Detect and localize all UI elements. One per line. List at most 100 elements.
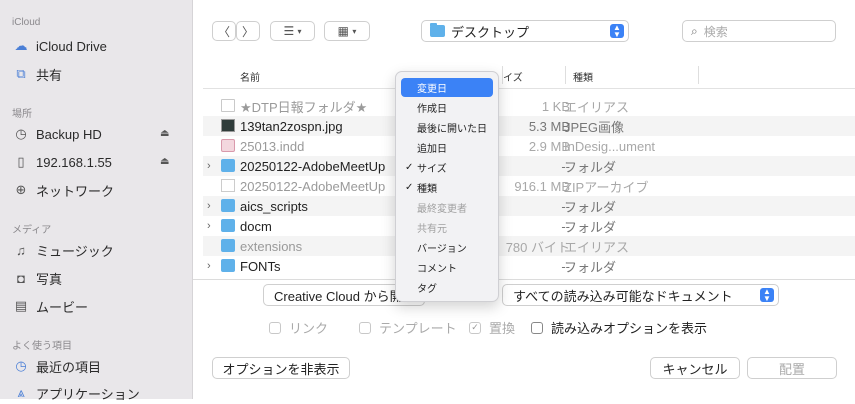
- image-icon: [221, 119, 235, 132]
- disclosure-chevron-icon[interactable]: ›: [207, 260, 211, 272]
- clock-icon: ◷: [15, 358, 27, 373]
- file-kind: ZIPアーカイブ: [564, 179, 649, 195]
- disclosure-chevron-icon[interactable]: ›: [207, 200, 211, 212]
- menu-item[interactable]: 最後に開いた日: [401, 118, 493, 137]
- up-down-arrows-icon: ▲ ▼: [760, 288, 774, 303]
- template-checkbox[interactable]: テンプレート: [359, 318, 457, 337]
- hide-options-button[interactable]: オプションを非表示: [212, 357, 350, 379]
- checkbox-box: [269, 321, 281, 334]
- chevron-down-icon: ▾: [352, 26, 357, 36]
- sidebar-item-applications[interactable]: ⩓ アプリケーション: [12, 382, 140, 404]
- music-note-icon: ♫: [16, 242, 26, 258]
- disclosure-chevron-icon[interactable]: ›: [207, 160, 211, 172]
- grid-view-button[interactable]: ▦ ▾: [324, 21, 370, 41]
- file-row[interactable]: › FONTs -- フォルダ: [203, 256, 855, 276]
- file-row[interactable]: 139tan2zospn.jpg 5.3 MB JPEG画像: [203, 116, 855, 136]
- replace-label: 置換: [489, 321, 516, 336]
- clock-icon: ◷: [15, 126, 27, 141]
- file-row[interactable]: › docm -- フォルダ: [203, 216, 855, 236]
- location-popup[interactable]: デスクトップ ▲ ▼: [421, 20, 629, 42]
- menu-item[interactable]: 追加日: [401, 138, 493, 157]
- sidebar-item-server[interactable]: ▯ 192.168.1.55: [12, 151, 111, 173]
- folder-icon: [430, 23, 445, 37]
- disclosure-chevron-icon[interactable]: ›: [207, 220, 211, 232]
- folder-icon: [221, 219, 235, 232]
- file-name: 25013.indd: [240, 138, 305, 154]
- list-view-button[interactable]: ☰ ▾: [270, 21, 315, 41]
- checkmark-icon: ✓: [405, 182, 414, 193]
- checkmark-icon: ✓: [405, 162, 414, 173]
- sidebar-item-movies[interactable]: ▤ ムービー: [12, 295, 88, 317]
- menu-item[interactable]: 作成日: [401, 98, 493, 117]
- menu-item[interactable]: ✓ 種類: [401, 178, 493, 197]
- header-divider: [203, 88, 855, 89]
- menu-item[interactable]: 変更日: [401, 78, 493, 97]
- eject-icon[interactable]: ⏏: [160, 128, 169, 139]
- column-header-name[interactable]: 名前: [240, 64, 260, 88]
- file-kind: フォルダ: [564, 159, 617, 175]
- menu-item: 共有元: [401, 218, 493, 237]
- divider: [193, 279, 855, 280]
- menu-item-label: 共有元: [417, 224, 447, 235]
- link-checkbox[interactable]: リンク: [269, 318, 328, 337]
- search-field[interactable]: ⌕ 検索: [682, 20, 836, 42]
- eject-icon[interactable]: ⏏: [160, 156, 169, 167]
- menu-item[interactable]: タグ: [401, 278, 493, 297]
- folder-icon: [221, 239, 235, 252]
- sidebar-item-recents[interactable]: ◷ 最近の項目: [12, 355, 101, 377]
- file-size: 916.1 MB: [514, 178, 570, 194]
- menu-item-label: コメント: [417, 264, 457, 275]
- section-icloud: iCloud: [12, 17, 41, 28]
- folder-icon: [221, 199, 235, 212]
- chevron-left-icon: 〈: [217, 24, 230, 39]
- menu-item-label: 最終変更者: [417, 204, 467, 215]
- replace-checkbox[interactable]: ✓ 置換: [469, 318, 515, 337]
- file-row[interactable]: 25013.indd 2.9 MB InDesig...ument: [203, 136, 855, 156]
- column-divider[interactable]: [698, 66, 699, 84]
- search-icon: ⌕: [691, 23, 698, 38]
- sidebar-item-label: 最近の項目: [36, 359, 102, 375]
- cancel-label: キャンセル: [662, 361, 728, 377]
- file-kind: フォルダ: [564, 199, 617, 215]
- column-divider[interactable]: [565, 66, 566, 84]
- sidebar-item-label: 写真: [36, 271, 63, 287]
- sidebar-item-label: ムービー: [36, 299, 89, 315]
- menu-item[interactable]: ✓ サイズ: [401, 158, 493, 177]
- sidebar-item-photos[interactable]: ◘ 写真: [12, 267, 62, 289]
- menu-item[interactable]: バージョン: [401, 238, 493, 257]
- file-row[interactable]: › aics_scripts -- フォルダ: [203, 196, 855, 216]
- location-label: デスクトップ: [451, 24, 530, 40]
- file-row[interactable]: › 20250122-AdobeMeetUp -- フォルダ: [203, 156, 855, 176]
- filter-select[interactable]: すべての読み込み可能なドキュメント ▲ ▼: [502, 284, 779, 306]
- column-header-kind[interactable]: 種類: [573, 64, 593, 88]
- filter-select-label: すべての読み込み可能なドキュメント: [513, 288, 733, 304]
- file-name: 20250122-AdobeMeetUp: [240, 158, 386, 174]
- place-button[interactable]: 配置: [747, 357, 837, 379]
- sidebar-item-label: 共有: [36, 67, 63, 83]
- sidebar-item-label: iCloud Drive: [36, 38, 107, 54]
- file-kind: フォルダ: [564, 259, 617, 275]
- sidebar-item-icloud-drive[interactable]: ☁ iCloud Drive: [12, 35, 107, 57]
- sidebar-item-backup-hd[interactable]: ◷ Backup HD: [12, 123, 101, 145]
- file-kind: フォルダ: [564, 219, 617, 235]
- file-row[interactable]: ★DTP日報フォルダ★ 1 KB エイリアス: [203, 96, 855, 116]
- file-name: 20250122-AdobeMeetUp: [240, 178, 386, 194]
- sidebar-item-music[interactable]: ♫ ミュージック: [12, 239, 114, 261]
- menu-item[interactable]: コメント: [401, 258, 493, 277]
- sidebar-item-label: アプリケーション: [36, 386, 140, 402]
- sidebar-item-shared[interactable]: ⧉ 共有: [12, 63, 62, 85]
- cancel-button[interactable]: キャンセル: [650, 357, 740, 379]
- show-import-options-checkbox[interactable]: 読み込みオプションを表示: [531, 318, 707, 337]
- menu-item-label: 作成日: [417, 104, 447, 115]
- forward-button[interactable]: 〉: [236, 21, 260, 41]
- sidebar-item-network[interactable]: ⊕ ネットワーク: [12, 179, 114, 201]
- file-row[interactable]: extensions 780 バイト エイリアス: [203, 236, 855, 256]
- list-icon: ☰: [283, 24, 295, 38]
- sidebar-item-label: ネットワーク: [36, 183, 115, 199]
- file-name: FONTs: [240, 258, 281, 274]
- back-button[interactable]: 〈: [212, 21, 236, 41]
- file-row[interactable]: 20250122-AdobeMeetUp 916.1 MB ZIPアーカイブ: [203, 176, 855, 196]
- globe-icon: ⊕: [15, 182, 27, 197]
- chevron-right-icon: 〉: [241, 24, 254, 39]
- column-header-size[interactable]: イズ: [503, 64, 523, 88]
